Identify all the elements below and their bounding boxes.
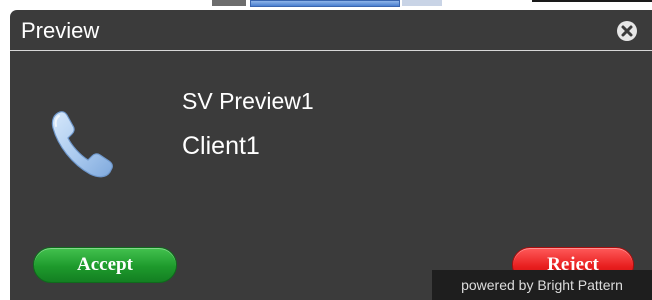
dialog-title: Preview	[21, 18, 100, 43]
dialog-title-bar: Preview	[10, 10, 652, 51]
caller-client: Client1	[182, 132, 260, 160]
background-element	[250, 0, 400, 7]
background-element	[532, 0, 652, 8]
powered-by-footer: powered by Bright Pattern	[432, 270, 652, 300]
caller-name: SV Preview1	[182, 88, 314, 114]
close-button[interactable]	[617, 21, 637, 41]
background-element	[212, 0, 246, 6]
accept-button[interactable]: Accept	[33, 247, 177, 283]
close-circle-icon	[621, 25, 633, 37]
background-element	[402, 0, 442, 6]
phone-handset-icon	[50, 108, 130, 180]
preview-dialog: Preview SV Preview1 Client1 Accept Rejec…	[10, 10, 652, 300]
